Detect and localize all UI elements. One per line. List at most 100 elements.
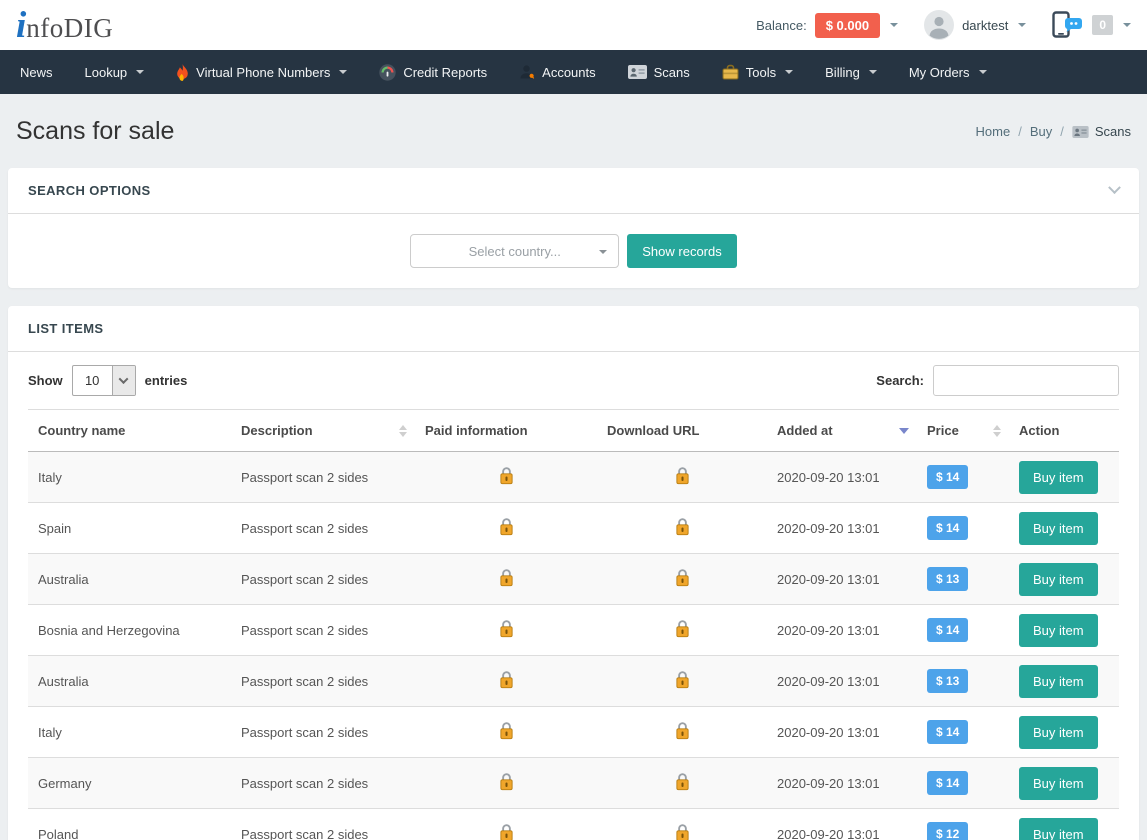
nav-item-label: Scans [654, 65, 690, 80]
page-size-select[interactable]: 10 [72, 365, 136, 396]
buy-item-button[interactable]: Buy item [1019, 665, 1098, 698]
page-size-value: 10 [73, 366, 112, 395]
buy-item-button[interactable]: Buy item [1019, 461, 1098, 494]
balance-dropdown[interactable]: Balance: $ 0.000 [756, 13, 898, 38]
list-items-panel: LIST ITEMS Show 10 entries Search: Count… [8, 306, 1139, 840]
column-download-url[interactable]: Download URL [597, 410, 767, 452]
country-select[interactable]: Select country... [410, 234, 619, 268]
id-card-icon [628, 65, 647, 79]
cell-price: $ 14 [917, 707, 1009, 758]
lock-icon [499, 721, 514, 740]
list-items-title: LIST ITEMS [28, 321, 104, 336]
cell-action: Buy item [1009, 656, 1119, 707]
cell-country: Italy [28, 707, 231, 758]
lock-icon [675, 466, 690, 485]
chevron-down-icon [136, 70, 144, 74]
buy-item-button[interactable]: Buy item [1019, 614, 1098, 647]
phone-sms-icon [1052, 11, 1084, 39]
column-country-name[interactable]: Country name [28, 410, 231, 452]
cell-added-at: 2020-09-20 13:01 [767, 656, 917, 707]
chevron-down-icon [785, 70, 793, 74]
lock-icon [499, 823, 514, 840]
nav-item-billing[interactable]: Billing [809, 50, 893, 94]
nav-item-virtual-phone-numbers[interactable]: Virtual Phone Numbers [160, 50, 363, 94]
cell-action: Buy item [1009, 452, 1119, 503]
sms-menu[interactable]: 0 [1052, 11, 1131, 39]
entries-label: entries [145, 373, 188, 388]
cell-country: Poland [28, 809, 231, 840]
nav-item-news[interactable]: News [4, 50, 69, 94]
nav-item-label: Credit Reports [403, 65, 487, 80]
cell-description: Passport scan 2 sides [231, 605, 415, 656]
buy-item-button[interactable]: Buy item [1019, 767, 1098, 800]
cell-download-url [597, 554, 767, 605]
cell-paid-information [415, 809, 597, 840]
page-title: Scans for sale [16, 117, 174, 146]
balance-badge: $ 0.000 [815, 13, 880, 38]
table-row: Italy Passport scan 2 sides 2020-09-20 1… [28, 452, 1119, 503]
table-row: Poland Passport scan 2 sides 2020-09-20 … [28, 809, 1119, 840]
nav-item-accounts[interactable]: Accounts [503, 50, 611, 94]
cell-download-url [597, 503, 767, 554]
table-row: Italy Passport scan 2 sides 2020-09-20 1… [28, 707, 1119, 758]
lock-icon [499, 517, 514, 536]
cell-paid-information [415, 707, 597, 758]
price-badge: $ 14 [927, 618, 968, 642]
logo-text: nfoDIG [26, 13, 113, 44]
lock-icon [675, 721, 690, 740]
page-header: Scans for sale Home / Buy / Scans [0, 94, 1147, 168]
buy-item-button[interactable]: Buy item [1019, 716, 1098, 749]
nav-item-credit-reports[interactable]: Credit Reports [363, 50, 503, 94]
buy-item-button[interactable]: Buy item [1019, 512, 1098, 545]
sort-icon [399, 425, 407, 437]
nav-item-tools[interactable]: Tools [706, 50, 809, 94]
breadcrumb-separator: / [1060, 124, 1064, 139]
logo[interactable]: infoDIG [16, 7, 113, 44]
cell-added-at: 2020-09-20 13:01 [767, 554, 917, 605]
nav-item-label: My Orders [909, 65, 970, 80]
main-nav: News Lookup Virtual Phone Numbers Credit… [0, 50, 1147, 94]
logo-initial: i [16, 7, 26, 44]
lock-icon [675, 619, 690, 638]
id-card-icon [1072, 126, 1089, 138]
table-search-input[interactable] [933, 365, 1119, 396]
lock-icon [499, 568, 514, 587]
user-menu[interactable]: darktest [924, 10, 1026, 40]
nav-item-my-orders[interactable]: My Orders [893, 50, 1003, 94]
cell-description: Passport scan 2 sides [231, 554, 415, 605]
sort-icon [993, 425, 1001, 437]
cell-download-url [597, 758, 767, 809]
lock-icon [675, 772, 690, 791]
cell-download-url [597, 605, 767, 656]
column-paid-information[interactable]: Paid information [415, 410, 597, 452]
cell-action: Buy item [1009, 503, 1119, 554]
cell-country: Italy [28, 452, 231, 503]
collapse-chevron-icon[interactable] [1108, 181, 1121, 194]
price-badge: $ 13 [927, 669, 968, 693]
breadcrumb-home[interactable]: Home [976, 124, 1011, 139]
nav-item-scans[interactable]: Scans [612, 50, 706, 94]
cell-paid-information [415, 758, 597, 809]
buy-item-button[interactable]: Buy item [1019, 818, 1098, 840]
breadcrumb-buy[interactable]: Buy [1030, 124, 1052, 139]
balance-label: Balance: [756, 18, 807, 33]
buy-item-button[interactable]: Buy item [1019, 563, 1098, 596]
cell-country: Spain [28, 503, 231, 554]
nav-item-lookup[interactable]: Lookup [69, 50, 161, 94]
show-records-button[interactable]: Show records [627, 234, 736, 268]
column-price[interactable]: Price [917, 410, 1009, 452]
search-options-body: Select country... Show records [8, 214, 1139, 288]
cell-paid-information [415, 656, 597, 707]
column-action: Action [1009, 410, 1119, 452]
nav-item-label: Lookup [85, 65, 128, 80]
list-items-header: LIST ITEMS [8, 306, 1139, 352]
cell-description: Passport scan 2 sides [231, 656, 415, 707]
chevron-down-icon [869, 70, 877, 74]
cell-added-at: 2020-09-20 13:01 [767, 503, 917, 554]
cell-added-at: 2020-09-20 13:01 [767, 758, 917, 809]
column-added-at[interactable]: Added at [767, 410, 917, 452]
breadcrumb-scans: Scans [1072, 124, 1131, 139]
fire-icon [176, 64, 189, 81]
table-header-row: Country name Description Paid informatio… [28, 410, 1119, 452]
column-description[interactable]: Description [231, 410, 415, 452]
